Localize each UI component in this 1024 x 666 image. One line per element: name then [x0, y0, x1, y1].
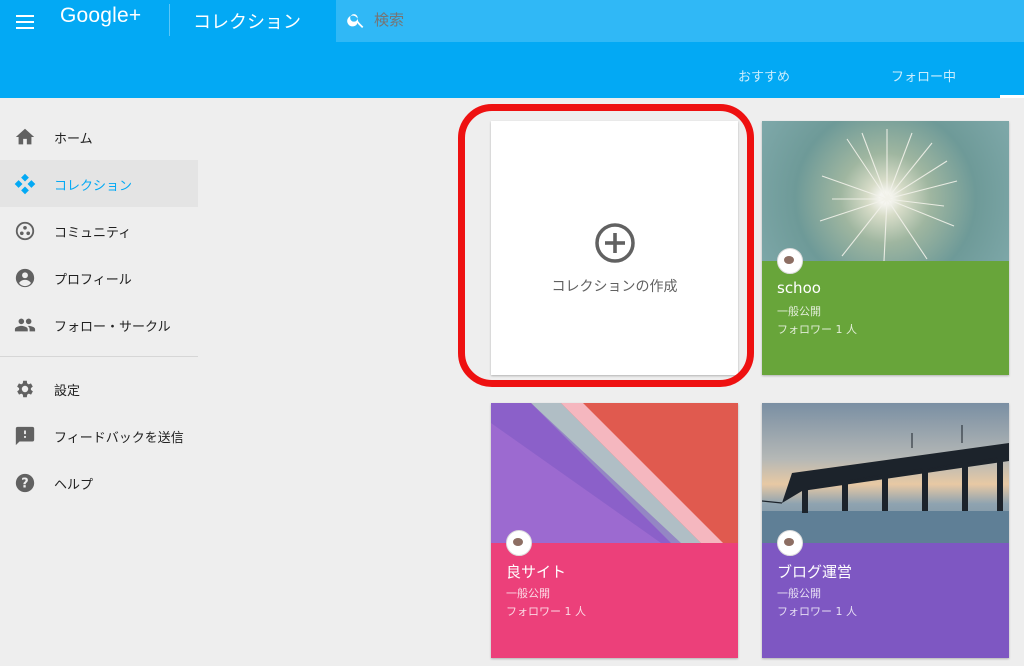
collection-visibility: 一般公開: [506, 587, 550, 600]
sidebar-item-settings[interactable]: 設定: [0, 365, 198, 412]
search-bar[interactable]: [336, 0, 1024, 42]
collection-cover-image: [762, 403, 1009, 543]
profile-icon: [15, 268, 35, 288]
sidebar-item-home[interactable]: ホーム: [0, 113, 198, 160]
collection-name: 良サイト: [506, 563, 567, 581]
sidebar-item-profile[interactable]: プロフィール: [0, 254, 198, 301]
create-collection-label: コレクションの作成: [551, 279, 678, 295]
communities-icon: [15, 221, 35, 241]
sidebar-item-label: ヘルプ: [54, 478, 94, 493]
create-collection-card[interactable]: コレクションの作成: [491, 121, 738, 375]
search-icon: [347, 14, 364, 28]
sidebar-item-feedback[interactable]: フィードバックを送信: [0, 412, 198, 459]
collection-card-blog[interactable]: ブログ運営 一般公開 フォロワー 1 人: [762, 403, 1009, 658]
collection-cover-image: [491, 403, 738, 543]
collections-icon: [14, 173, 36, 195]
sidebar-item-label: フォロー・サークル: [54, 320, 171, 335]
sidebar-item-collections[interactable]: コレクション: [0, 160, 198, 207]
collection-info: 良サイト 一般公開 フォロワー 1 人: [491, 543, 738, 658]
bridge-image: [762, 425, 1009, 543]
collection-name: schoo: [777, 279, 821, 297]
avatar: [777, 248, 803, 274]
collection-info: ブログ運営 一般公開 フォロワー 1 人: [762, 543, 1009, 658]
google-plus-logo[interactable]: Google+: [60, 4, 141, 28]
add-circle-icon: [595, 223, 635, 263]
tab-following[interactable]: フォロー中: [891, 66, 956, 85]
tab-recommended[interactable]: おすすめ: [738, 66, 790, 85]
help-icon: ?: [15, 473, 35, 493]
gear-icon: [17, 380, 33, 398]
top-app-bar: Google+ コレクション おすすめ フォロー中: [0, 0, 1024, 98]
sidebar-item-label: フィードバックを送信: [54, 431, 184, 446]
svg-text:?: ?: [21, 477, 28, 492]
sidebar: ホーム コレクション コミュニティ プロフィール フォロー・サークル 設定 フィ…: [0, 113, 198, 506]
collection-card-good-sites[interactable]: 良サイト 一般公開 フォロワー 1 人: [491, 403, 738, 658]
sidebar-item-label: コミュニティ: [54, 226, 132, 241]
sidebar-item-communities[interactable]: コミュニティ: [0, 207, 198, 254]
collection-visibility: 一般公開: [777, 587, 821, 600]
sidebar-item-label: プロフィール: [54, 273, 132, 288]
sidebar-divider: [0, 356, 198, 357]
collection-followers: フォロワー 1 人: [777, 323, 857, 336]
people-icon: [14, 318, 36, 332]
menu-icon[interactable]: [14, 11, 36, 33]
collection-cover-image: [762, 121, 1009, 261]
sidebar-item-label: コレクション: [54, 179, 133, 194]
collection-card-schoo[interactable]: schoo 一般公開 フォロワー 1 人: [762, 121, 1009, 375]
collection-visibility: 一般公開: [777, 305, 821, 318]
sidebar-item-people[interactable]: フォロー・サークル: [0, 301, 198, 348]
dandelion-image: [819, 129, 958, 261]
page-title: コレクション: [193, 12, 301, 33]
sidebar-item-label: ホーム: [54, 132, 93, 147]
sidebar-item-label: 設定: [54, 384, 81, 399]
active-tab-indicator: [1000, 95, 1024, 98]
collection-info: schoo 一般公開 フォロワー 1 人: [762, 261, 1009, 375]
collection-followers: フォロワー 1 人: [777, 605, 857, 618]
search-input[interactable]: [372, 10, 976, 30]
header-divider: [169, 4, 170, 36]
collection-followers: フォロワー 1 人: [506, 605, 586, 618]
home-icon: [15, 128, 35, 145]
material-pattern-image: [491, 403, 723, 543]
sidebar-item-help[interactable]: ? ヘルプ: [0, 459, 198, 506]
avatar: [506, 530, 532, 556]
collection-name: ブログ運営: [777, 563, 853, 581]
avatar: [777, 530, 803, 556]
feedback-icon: [15, 426, 35, 446]
